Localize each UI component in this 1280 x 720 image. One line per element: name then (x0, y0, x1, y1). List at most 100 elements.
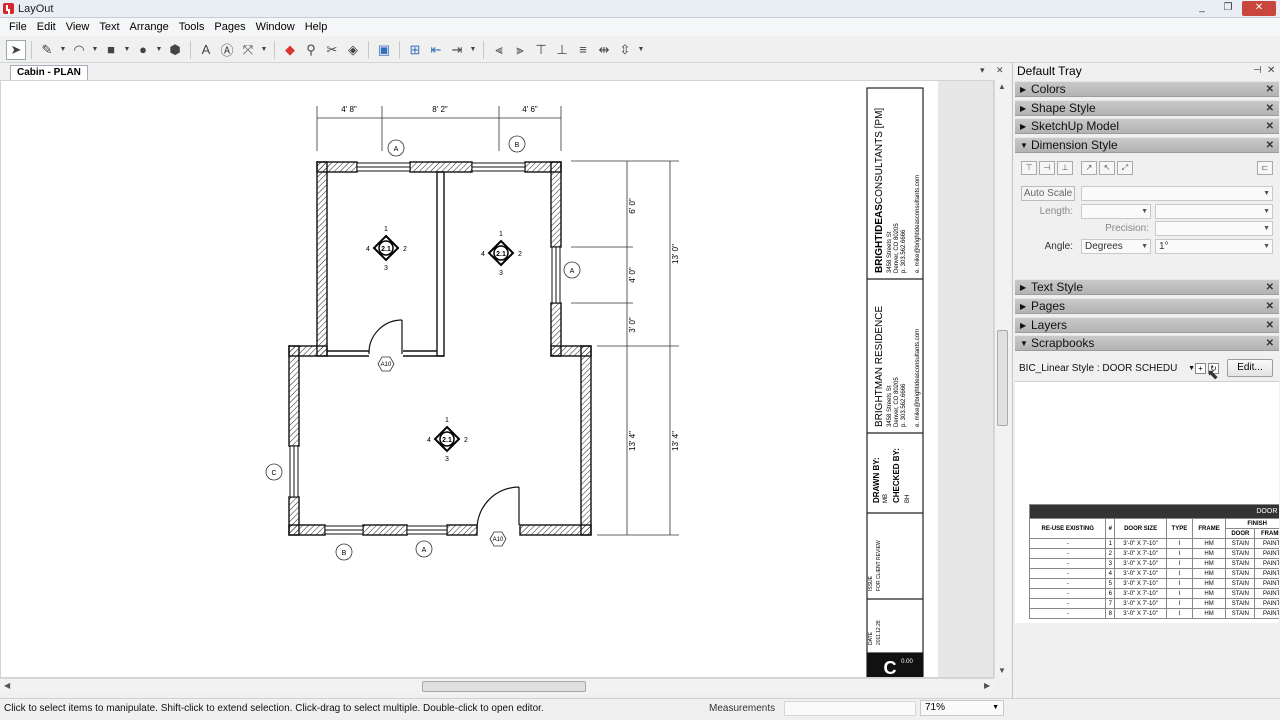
close-icon[interactable]: ✕ (1266, 119, 1274, 134)
line-tool-icon[interactable]: ✎ (37, 40, 57, 60)
align-left-icon[interactable]: ⫷ (489, 40, 509, 60)
dimension-tool-icon[interactable]: ⤧ (238, 40, 258, 60)
maximize-button[interactable]: ❐ (1216, 1, 1240, 16)
measurements-input[interactable] (784, 701, 916, 716)
length-format-select[interactable]: ▼ (1155, 204, 1273, 219)
length-units-select[interactable]: ▼ (1081, 204, 1151, 219)
label-tool-icon[interactable]: Ⓐ (217, 40, 237, 60)
dim-options-icon[interactable]: ⊏ (1257, 161, 1273, 175)
menu-edit[interactable]: Edit (32, 21, 61, 33)
space-vertical-icon[interactable]: ⇳ (615, 40, 635, 60)
align-top-icon[interactable]: ⊤ (531, 40, 551, 60)
chevron-down-icon[interactable]: ▼ (122, 40, 132, 60)
close-icon[interactable]: ✕ (1266, 336, 1274, 351)
dim-right-outer-1: 13' 0" (671, 244, 680, 264)
scroll-thumb[interactable] (997, 330, 1008, 426)
dim-center-icon[interactable]: ⊣ (1039, 161, 1055, 175)
menu-pages[interactable]: Pages (209, 21, 250, 33)
dim-above-icon[interactable]: ⊤ (1021, 161, 1037, 175)
drawing-canvas[interactable]: 4' 8" 8' 2" 4' 6" 6' 0" 4' 0" 3' 0" 13' … (0, 80, 994, 678)
panel-scrapbooks[interactable]: ▼ Scrapbooks ✕ (1015, 335, 1279, 351)
add-page-icon[interactable]: ⊞ (405, 40, 425, 60)
text-tool-icon[interactable]: A (196, 40, 216, 60)
scroll-up-icon[interactable]: ▲ (998, 82, 1006, 91)
panel-layers[interactable]: ▶ Layers ✕ (1015, 317, 1279, 333)
scroll-right-icon[interactable]: ▶ (984, 681, 990, 690)
table-cell: I (1166, 538, 1193, 549)
scroll-left-icon[interactable]: ◀ (4, 681, 10, 690)
menu-arrange[interactable]: Arrange (125, 21, 174, 33)
angle-units-select[interactable]: Degrees ▼ (1081, 239, 1151, 254)
svg-text:4: 4 (481, 251, 485, 258)
align-center-icon[interactable]: ≡ (573, 40, 593, 60)
split-tool-icon[interactable]: ✂ (322, 40, 342, 60)
rectangle-tool-icon[interactable]: ■ (101, 40, 121, 60)
vertical-scrollbar[interactable]: ▲ ▼ (994, 80, 1010, 678)
panel-sketchup-model[interactable]: ▶ SketchUp Model ✕ (1015, 118, 1279, 134)
arc-tool-icon[interactable]: ◠ (69, 40, 89, 60)
scale-select[interactable]: ▼ (1081, 186, 1273, 201)
panel-shape-style[interactable]: ▶ Shape Style ✕ (1015, 100, 1279, 116)
menu-view[interactable]: View (61, 21, 95, 33)
table-cell: 6 (1105, 588, 1116, 599)
close-icon[interactable]: ✕ (1266, 280, 1274, 295)
tab-cabin-plan[interactable]: Cabin - PLAN (10, 65, 88, 80)
dim-perpendicular-icon[interactable]: ⤢ (1117, 161, 1133, 175)
scroll-down-icon[interactable]: ▼ (998, 666, 1006, 675)
menu-tools[interactable]: Tools (174, 21, 210, 33)
menu-text[interactable]: Text (94, 21, 124, 33)
circle-tool-icon[interactable]: ● (133, 40, 153, 60)
panel-text-style[interactable]: ▶ Text Style ✕ (1015, 279, 1279, 295)
chevron-down-icon[interactable]: ▼ (468, 40, 478, 60)
close-icon[interactable]: ✕ (1266, 318, 1274, 333)
zoom-select[interactable]: 71% ▼ (920, 700, 1004, 716)
auto-scale-button[interactable]: Auto Scale (1021, 186, 1075, 201)
menu-file[interactable]: File (4, 21, 32, 33)
dim-horizontal-icon[interactable]: ↗ (1081, 161, 1097, 175)
menu-help[interactable]: Help (300, 21, 333, 33)
previous-page-icon[interactable]: ⇤ (426, 40, 446, 60)
polygon-tool-icon[interactable]: ⬢ (165, 40, 185, 60)
tab-close-icon[interactable]: ✕ (996, 65, 1004, 76)
scrapbook-select[interactable]: BIC_Linear Style : DOOR SCHEDU ▼ (1019, 361, 1197, 377)
space-horizontal-icon[interactable]: ⇹ (594, 40, 614, 60)
dim-below-icon[interactable]: ⊥ (1057, 161, 1073, 175)
select-tool-icon[interactable]: ➤ (6, 39, 26, 60)
close-icon[interactable]: ✕ (1266, 299, 1274, 314)
scrapbook-preview[interactable]: DOOR S RE-USE EXISTING # DOOR SIZE TYPE … (1015, 381, 1279, 623)
align-bottom-icon[interactable]: ⊥ (552, 40, 572, 60)
eraser-tool-icon[interactable]: ◆ (280, 40, 300, 60)
dim-aligned-icon[interactable]: ↖ (1099, 161, 1115, 175)
close-icon[interactable]: ✕ (1266, 82, 1274, 97)
horizontal-scrollbar[interactable]: ◀ ▶ (0, 678, 994, 694)
align-right-icon[interactable]: ⫸ (510, 40, 530, 60)
angle-label: Angle: (1044, 241, 1073, 252)
style-tool-icon[interactable]: ⚲ (301, 40, 321, 60)
pin-icon[interactable]: ⊣ (1253, 63, 1262, 79)
join-tool-icon[interactable]: ◈ (343, 40, 363, 60)
panel-dimension-style[interactable]: ▼ Dimension Style ✕ (1015, 137, 1279, 153)
table-row: -6 3'-0" X 7'-10" I HM STAIN PAINT (1028, 588, 1279, 599)
close-icon[interactable]: ✕ (1266, 138, 1274, 153)
scroll-thumb[interactable] (422, 681, 586, 692)
panel-pages[interactable]: ▶ Pages ✕ (1015, 298, 1279, 314)
chevron-down-icon[interactable]: ▼ (259, 40, 269, 60)
next-page-icon[interactable]: ⇥ (447, 40, 467, 60)
panel-colors[interactable]: ▶ Colors ✕ (1015, 81, 1279, 97)
tray-close-icon[interactable]: ✕ (1267, 63, 1275, 79)
menu-window[interactable]: Window (251, 21, 300, 33)
chevron-down-icon[interactable]: ▼ (154, 40, 164, 60)
tab-menu-icon[interactable]: ▾ (980, 65, 985, 76)
precision-select[interactable]: ▼ (1155, 221, 1273, 236)
angle-precision-select[interactable]: 1° ▼ (1155, 239, 1273, 254)
minimize-button[interactable]: _ (1190, 1, 1214, 16)
chevron-down-icon[interactable]: ▼ (58, 40, 68, 60)
presentation-icon[interactable]: ▣ (374, 40, 394, 60)
close-icon[interactable]: ✕ (1266, 101, 1274, 116)
chevron-down-icon[interactable]: ▼ (636, 40, 646, 60)
scrapbook-add-icon[interactable]: + (1195, 363, 1206, 374)
chevron-down-icon[interactable]: ▼ (90, 40, 100, 60)
close-button[interactable]: ✕ (1242, 1, 1276, 16)
table-cell: 3'-0" X 7'-10" (1114, 538, 1167, 549)
scrapbook-edit-button[interactable]: Edit... (1227, 359, 1273, 377)
